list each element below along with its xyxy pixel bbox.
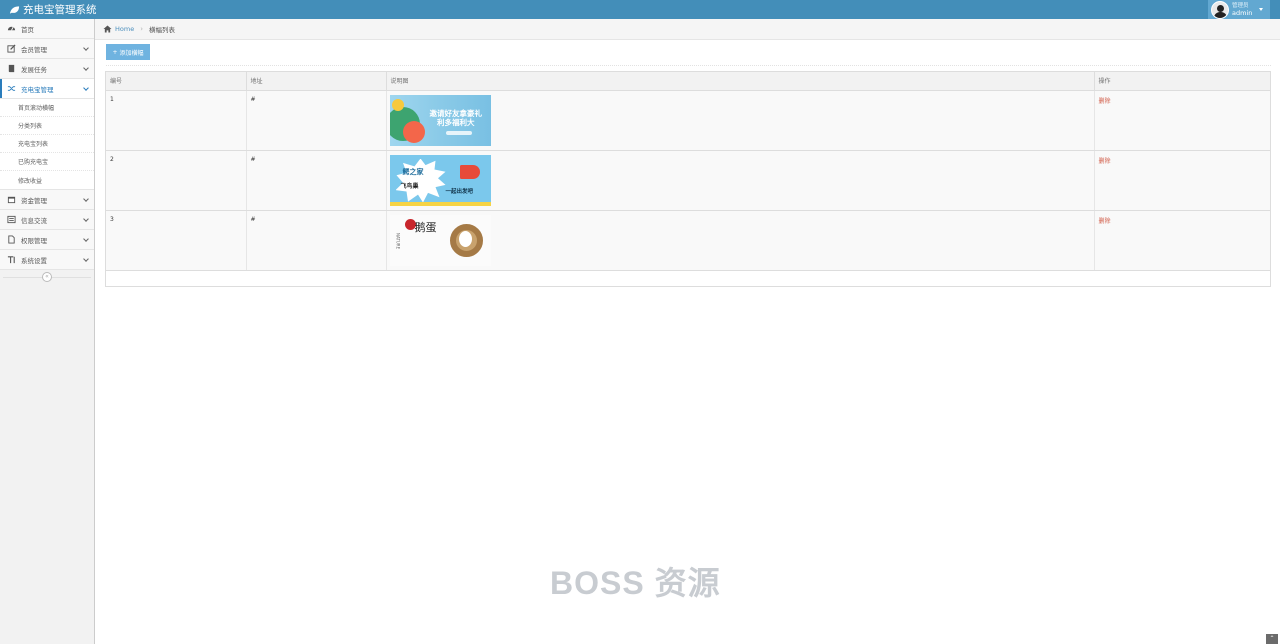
breadcrumb-current: 横幅列表 (149, 26, 176, 34)
chevron-down-icon (83, 45, 89, 51)
brand[interactable]: 充电宝管理系统 (9, 2, 97, 17)
cell-image: 鳄之家 飞鸟巢 一起出发吧 (386, 150, 1095, 211)
cell-actions: 删除 (1094, 210, 1270, 271)
text-height-icon (5, 255, 17, 264)
home-icon (103, 25, 112, 33)
cell-id: 2 (106, 150, 247, 211)
submenu-item-banner[interactable]: 首页滚动横幅 (0, 99, 94, 117)
sidebar-item-home[interactable]: 首页 (0, 19, 94, 39)
banner-table: 编号 地址 说明图 操作 1 # 邀请好友拿豪礼 利多福利大 删除 2 # 鳄之… (105, 71, 1271, 287)
file-icon (5, 235, 17, 244)
submenu-item-powerbank-list[interactable]: 充电宝列表 (0, 135, 94, 153)
breadcrumb-separator: › (140, 25, 144, 33)
cell-image: NATURE 鹅蛋 (386, 210, 1095, 271)
table-row: 1 # 邀请好友拿豪礼 利多福利大 删除 (106, 90, 1270, 151)
submenu-item-edit-earnings[interactable]: 修改收益 (0, 171, 94, 189)
chevron-down-icon (83, 256, 89, 262)
sidebar-item-label: 系统设置 (21, 256, 47, 265)
list-alt-icon (5, 215, 17, 224)
column-header-image: 说明图 (386, 72, 1095, 91)
sidebar-item-label: 信息交流 (21, 216, 47, 225)
chevron-down-icon (83, 65, 89, 71)
cell-address: # (246, 90, 387, 151)
sidebar: 首页 会员管理 发展任务 充电宝管理 首页滚动横幅 分类列表 充电宝列表 已购充… (0, 19, 95, 644)
book-icon (5, 64, 17, 73)
breadcrumb-home-link[interactable]: Home (115, 25, 134, 33)
brand-title: 充电宝管理系统 (23, 4, 97, 16)
sidebar-item-settings[interactable]: 系统设置 (0, 250, 94, 270)
banner-image-text: 邀请好友拿豪礼 利多福利大 (429, 108, 483, 127)
sidebar-item-powerbank[interactable]: 充电宝管理 (0, 79, 94, 99)
sidebar-item-label: 资金管理 (21, 196, 47, 205)
sidebar-collapse-bar: « (0, 270, 94, 284)
column-header-address: 地址 (246, 72, 387, 91)
cell-actions: 删除 (1094, 90, 1270, 151)
plus-icon: + (112, 48, 118, 56)
user-menu[interactable]: 管理员 admin (1208, 0, 1270, 19)
chevron-down-icon (83, 236, 89, 242)
sidebar-item-finance[interactable]: 资金管理 (0, 190, 94, 210)
divider (106, 65, 1271, 66)
cell-id: 3 (106, 210, 247, 271)
scroll-to-top-button[interactable]: ⌃ (1266, 634, 1278, 644)
table-row: 2 # 鳄之家 飞鸟巢 一起出发吧 删除 (106, 150, 1270, 211)
delete-link[interactable]: 删除 (1099, 98, 1111, 105)
sidebar-item-label: 首页 (21, 25, 34, 34)
sidebar-item-members[interactable]: 会员管理 (0, 39, 94, 59)
random-icon (5, 84, 17, 93)
banner-image-text: 鹅蛋 (414, 220, 437, 234)
calendar-icon (5, 195, 17, 204)
submenu-item-purchased[interactable]: 已购充电宝 (0, 153, 94, 171)
table-header-row: 编号 地址 说明图 操作 (106, 72, 1270, 91)
cell-address: # (246, 150, 387, 211)
sidebar-item-tasks[interactable]: 发展任务 (0, 59, 94, 79)
double-chevron-left-icon[interactable]: « (42, 272, 52, 282)
table-row: 3 # NATURE 鹅蛋 删除 (106, 210, 1270, 271)
user-name: admin (1232, 8, 1253, 17)
watermark: BOSS 资源 (550, 565, 721, 601)
sidebar-item-messages[interactable]: 信息交流 (0, 210, 94, 230)
sidebar-item-label: 权限管理 (21, 236, 47, 245)
powerbank-submenu: 首页滚动横幅 分类列表 充电宝列表 已购充电宝 修改收益 (0, 99, 94, 190)
banner-image[interactable]: NATURE 鹅蛋 (389, 214, 491, 266)
banner-image[interactable]: 邀请好友拿豪礼 利多福利大 (389, 94, 491, 146)
cell-image: 邀请好友拿豪礼 利多福利大 (386, 90, 1095, 151)
column-header-id: 编号 (106, 72, 247, 91)
delete-link[interactable]: 删除 (1099, 158, 1111, 165)
chevron-down-icon (83, 85, 89, 91)
banner-image-text: 鳄之家 (402, 167, 424, 176)
tachometer-icon (5, 24, 17, 33)
edit-icon (5, 44, 17, 53)
leaf-icon (9, 5, 20, 14)
chevron-down-icon (83, 216, 89, 222)
avatar (1211, 0, 1229, 19)
add-banner-label: 添加横幅 (119, 49, 144, 57)
sidebar-item-permissions[interactable]: 权限管理 (0, 230, 94, 250)
top-navbar: 充电宝管理系统 管理员 admin (0, 0, 1280, 19)
add-banner-button[interactable]: + 添加横幅 (106, 44, 150, 60)
submenu-item-categories[interactable]: 分类列表 (0, 117, 94, 135)
sidebar-item-label: 充电宝管理 (21, 85, 54, 94)
chevron-down-icon (83, 196, 89, 202)
column-header-actions: 操作 (1094, 72, 1270, 91)
sidebar-item-label: 发展任务 (21, 65, 47, 74)
cell-address: # (246, 210, 387, 271)
banner-image[interactable]: 鳄之家 飞鸟巢 一起出发吧 (389, 154, 491, 206)
cell-id: 1 (106, 90, 247, 151)
delete-link[interactable]: 删除 (1099, 218, 1111, 225)
sidebar-item-label: 会员管理 (21, 45, 47, 54)
caret-down-icon (1259, 8, 1264, 11)
breadcrumb: Home › 横幅列表 (95, 19, 1280, 40)
cell-actions: 删除 (1094, 150, 1270, 211)
